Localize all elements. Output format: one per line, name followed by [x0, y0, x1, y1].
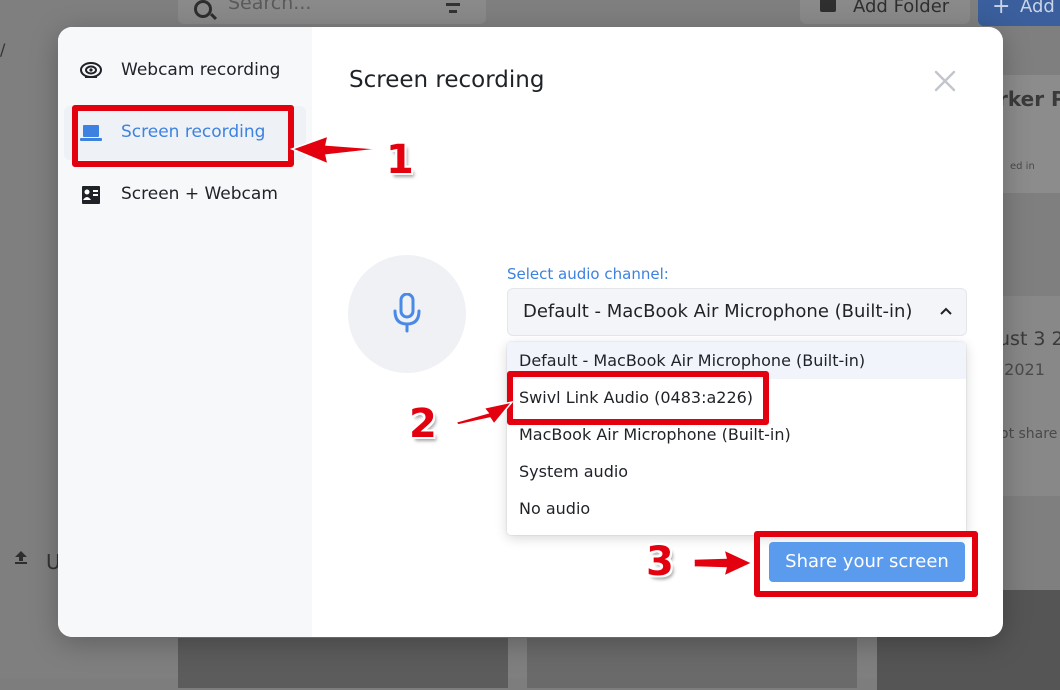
- step-number-2: 2: [409, 401, 437, 447]
- audio-channel-label: Select audio channel:: [507, 265, 669, 283]
- sidebar-item-screen-webcam[interactable]: Screen + Webcam: [64, 168, 306, 222]
- microphone-icon: [393, 293, 421, 333]
- upload-icon: [15, 551, 27, 564]
- sidebar-item-label: Webcam recording: [121, 60, 281, 80]
- arrow-icon: [289, 134, 381, 166]
- background-add-folder-label: Add Folder: [853, 0, 950, 17]
- background-thumbnail: [527, 638, 857, 688]
- modal-title: Screen recording: [349, 67, 545, 93]
- background-add-button: + Add: [978, 0, 1060, 26]
- step-number-1: 1: [386, 137, 414, 183]
- sidebar-item-label: Screen + Webcam: [121, 184, 278, 204]
- highlight-box-swivl-link: [507, 371, 769, 425]
- background-card-text: ed in: [1010, 161, 1035, 172]
- step-number-3: 3: [646, 539, 674, 585]
- highlight-box-screen-recording: [72, 105, 294, 167]
- background-add-folder-button: Add Folder: [800, 0, 970, 24]
- audio-option-label: System audio: [519, 462, 629, 481]
- webcam-icon: [80, 62, 102, 78]
- audio-option-label: No audio: [519, 499, 591, 518]
- chevron-up-icon: [940, 307, 952, 315]
- audio-channel-selected-value: Default - MacBook Air Microphone (Built-…: [523, 301, 913, 322]
- background-add-label: Add: [1020, 0, 1055, 17]
- plus-icon: +: [992, 0, 1011, 19]
- background-card-status: ot share: [1000, 426, 1058, 442]
- close-icon[interactable]: [933, 69, 957, 93]
- sidebar-item-webcam-recording[interactable]: Webcam recording: [64, 44, 306, 98]
- audio-option-no-audio[interactable]: No audio: [507, 490, 966, 527]
- background-card-title: ust 3 2: [998, 328, 1060, 350]
- arrow-icon: [693, 548, 754, 578]
- microphone-indicator: [348, 255, 466, 373]
- background-search-bar: Search...: [178, 0, 486, 24]
- search-icon: [194, 0, 212, 18]
- audio-option-system-audio[interactable]: System audio: [507, 453, 966, 490]
- highlight-box-share-button: [754, 531, 978, 597]
- screen-webcam-icon: [82, 186, 100, 204]
- audio-option-label: Default - MacBook Air Microphone (Built-…: [519, 351, 866, 370]
- background-thumbnail: [178, 638, 508, 688]
- background-left-fragment: /: [0, 40, 6, 59]
- folder-plus-icon: [820, 0, 836, 12]
- background-card-title: rker P: [998, 87, 1060, 111]
- audio-channel-select[interactable]: Default - MacBook Air Microphone (Built-…: [507, 288, 967, 336]
- audio-option-label: MacBook Air Microphone (Built-in): [519, 425, 791, 444]
- arrow-icon: [454, 400, 514, 426]
- filter-icon: [443, 0, 463, 17]
- background-search-placeholder: Search...: [228, 0, 312, 14]
